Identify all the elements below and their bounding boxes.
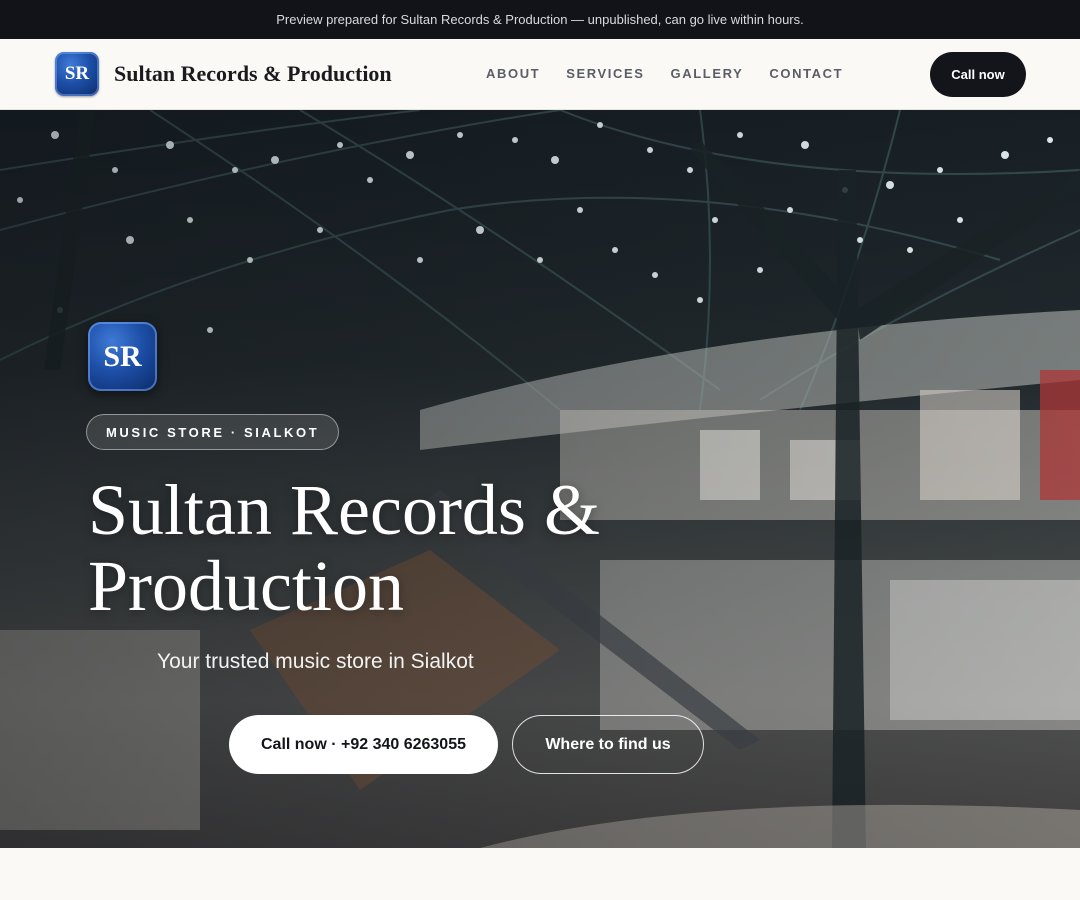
where-to-find-us-button[interactable]: Where to find us [512, 715, 704, 774]
hero-title: Sultan Records & Production [88, 472, 688, 624]
hero-logo-initials: SR [103, 339, 142, 373]
main-nav: ABOUT SERVICES GALLERY CONTACT [486, 66, 843, 81]
hero-call-now-button[interactable]: Call now · +92 340 6263055 [229, 715, 498, 774]
nav-link-services[interactable]: SERVICES [566, 66, 644, 81]
brand-name[interactable]: Sultan Records & Production [114, 61, 392, 87]
nav-link-gallery[interactable]: GALLERY [671, 66, 744, 81]
next-section [0, 848, 1080, 900]
hero-title-line-1: Sultan Records & [88, 470, 600, 550]
nav-link-contact[interactable]: CONTACT [769, 66, 843, 81]
header-call-now-button[interactable]: Call now [930, 52, 1026, 97]
logo-initials: SR [64, 63, 90, 84]
preview-banner-text: Preview prepared for Sultan Records & Pr… [276, 12, 804, 27]
hero-tagline-pill: MUSIC STORE · SIALKOT [86, 414, 340, 450]
logo-badge[interactable]: SR [55, 52, 99, 96]
hero-logo-badge: SR [88, 322, 157, 391]
nav-link-about[interactable]: ABOUT [486, 66, 540, 81]
hero-subtitle: Your trusted music store in Sialkot [157, 650, 474, 673]
hero-section: SR MUSIC STORE · SIALKOT Sultan Records … [0, 110, 1080, 848]
hero-title-line-2: Production [88, 546, 404, 626]
site-header: SR Sultan Records & Production ABOUT SER… [0, 39, 1080, 110]
preview-banner: Preview prepared for Sultan Records & Pr… [0, 0, 1080, 39]
